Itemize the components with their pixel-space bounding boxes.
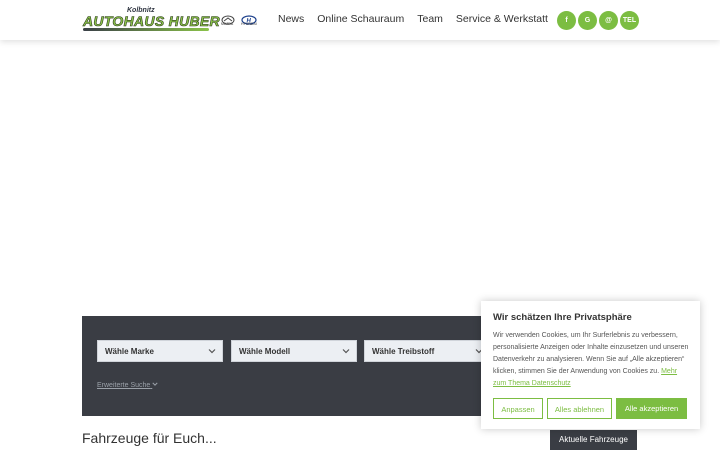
- autohaus-huber-logo[interactable]: Kolbnitz AUTOHAUS HUBER: [83, 7, 220, 33]
- nav-item-service-werkstatt[interactable]: Service & Werkstatt: [456, 13, 548, 27]
- section-title: Fahrzeuge für Euch...: [82, 430, 217, 446]
- chevron-down-icon: [342, 349, 350, 354]
- cookie-text: Wir verwenden Cookies, um Ihr Surferlebn…: [493, 330, 691, 390]
- chevron-down-icon: [152, 382, 158, 386]
- nav-item-team[interactable]: Team: [417, 13, 443, 27]
- google-icon[interactable]: G: [578, 11, 597, 30]
- brand-select[interactable]: Wähle Marke: [97, 340, 223, 362]
- mazda-label: MAZDA: [221, 22, 234, 26]
- hyundai-logo: H HYUNDAI: [240, 12, 257, 28]
- current-vehicles-button[interactable]: Aktuelle Fahrzeuge: [550, 430, 637, 450]
- reject-all-button[interactable]: Alles ablehnen: [547, 398, 612, 419]
- nav-item-online-schauraum[interactable]: Online Schauraum: [317, 13, 404, 27]
- logo-swoosh: [83, 28, 209, 31]
- facebook-icon[interactable]: f: [557, 11, 576, 30]
- email-icon-label: @: [605, 17, 612, 24]
- brand-select-label: Wähle Marke: [105, 347, 154, 356]
- chevron-down-icon: [208, 349, 216, 354]
- cookie-title: Wir schätzen Ihre Privatsphäre: [493, 312, 632, 323]
- facebook-icon-label: f: [565, 17, 568, 24]
- main-nav: News Online Schauraum Team Service & Wer…: [278, 13, 548, 27]
- model-select-label: Wähle Modell: [239, 347, 291, 356]
- extended-search-link[interactable]: Erweiterte Suche: [97, 381, 158, 389]
- extended-search-label: Erweiterte Suche: [97, 382, 151, 389]
- model-select[interactable]: Wähle Modell: [231, 340, 357, 362]
- google-icon-label: G: [584, 17, 591, 24]
- mazda-logo: MAZDA: [220, 12, 236, 28]
- fuel-select[interactable]: Wähle Treibstoff: [364, 340, 490, 362]
- phone-icon[interactable]: TEL: [620, 11, 639, 30]
- logo-main-text: AUTOHAUS HUBER: [83, 13, 220, 30]
- fuel-select-label: Wähle Treibstoff: [372, 347, 435, 356]
- email-icon[interactable]: @: [599, 11, 618, 30]
- brand-logos: MAZDA H HYUNDAI: [220, 12, 260, 28]
- hyundai-label: HYUNDAI: [241, 22, 257, 26]
- social-links: f G @ TEL: [557, 11, 639, 30]
- accept-all-button[interactable]: Alle akzeptieren: [616, 398, 687, 419]
- cookie-body: Wir verwenden Cookies, um Ihr Surferlebn…: [493, 332, 689, 375]
- cookie-consent-dialog: Wir schätzen Ihre Privatsphäre Wir verwe…: [481, 301, 700, 429]
- customize-button[interactable]: Anpassen: [493, 398, 543, 419]
- site-header: Kolbnitz AUTOHAUS HUBER MAZDA H HYUNDAI …: [0, 0, 720, 40]
- phone-icon-label: TEL: [622, 17, 637, 24]
- nav-item-news[interactable]: News: [278, 13, 304, 27]
